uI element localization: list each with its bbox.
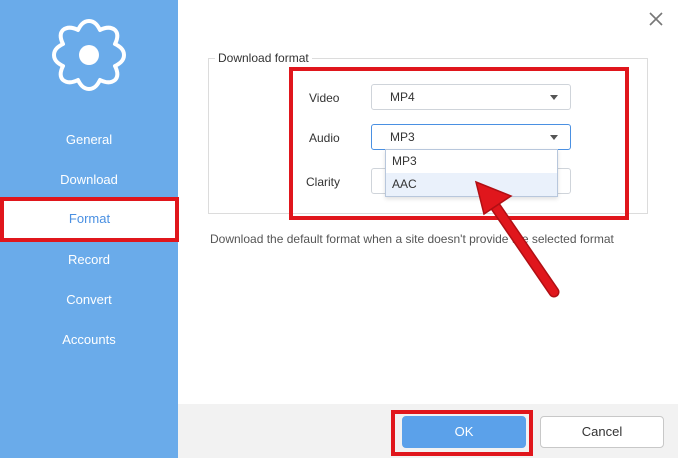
sidebar-item-record[interactable]: Record xyxy=(0,245,178,275)
audio-label: Audio xyxy=(309,131,340,145)
format-hint-text: Download the default format when a site … xyxy=(210,232,614,246)
audio-select-value: MP3 xyxy=(390,130,415,144)
audio-dropdown-list: MP3 AAC xyxy=(385,149,558,197)
chevron-down-icon xyxy=(550,135,558,140)
audio-option-mp3[interactable]: MP3 xyxy=(386,150,557,173)
audio-select[interactable]: MP3 xyxy=(371,124,571,150)
chevron-down-icon xyxy=(550,95,558,100)
sidebar-item-format[interactable]: Format xyxy=(3,200,176,238)
sidebar-item-download[interactable]: Download xyxy=(0,165,178,195)
close-icon[interactable] xyxy=(645,8,667,30)
sidebar-item-general[interactable]: General xyxy=(0,125,178,155)
video-select[interactable]: MP4 xyxy=(371,84,571,110)
video-select-value: MP4 xyxy=(390,90,415,104)
download-format-legend: Download format xyxy=(215,51,312,65)
cancel-button[interactable]: Cancel xyxy=(540,416,664,448)
ok-button[interactable]: OK xyxy=(402,416,526,448)
video-label: Video xyxy=(309,91,340,105)
clarity-label: Clarity xyxy=(306,175,341,189)
sidebar-item-accounts[interactable]: Accounts xyxy=(0,325,178,355)
audio-option-aac[interactable]: AAC xyxy=(386,173,557,196)
sidebar: General Download Format Record Convert A… xyxy=(0,0,178,458)
gear-icon xyxy=(52,19,126,91)
sidebar-item-convert[interactable]: Convert xyxy=(0,285,178,315)
